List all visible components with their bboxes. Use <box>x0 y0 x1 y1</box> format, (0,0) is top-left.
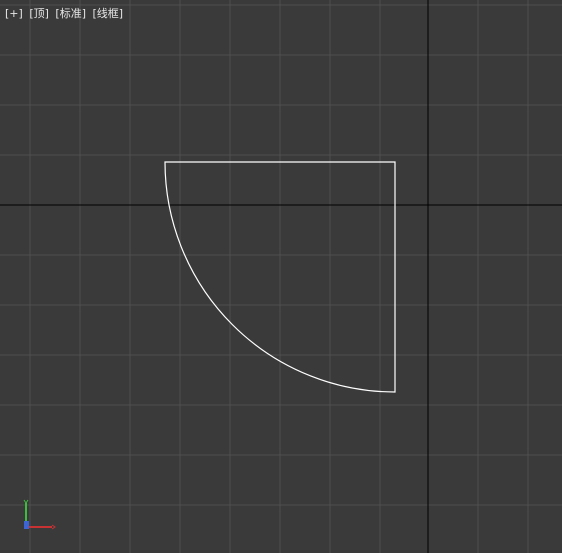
z-axis-gizmo <box>24 521 29 529</box>
top-viewport[interactable]: [+] [顶] [标准] [线框] <box>0 0 562 553</box>
shading-mode-button[interactable]: [标准] <box>55 7 86 20</box>
viewport-menu-button[interactable]: [+] <box>5 7 23 20</box>
display-mode-button[interactable]: [线框] <box>93 7 124 20</box>
viewport-canvas[interactable] <box>0 0 562 553</box>
viewport-label-bar: [+] [顶] [标准] [线框] <box>5 7 126 21</box>
view-name-button[interactable]: [顶] <box>29 7 49 20</box>
